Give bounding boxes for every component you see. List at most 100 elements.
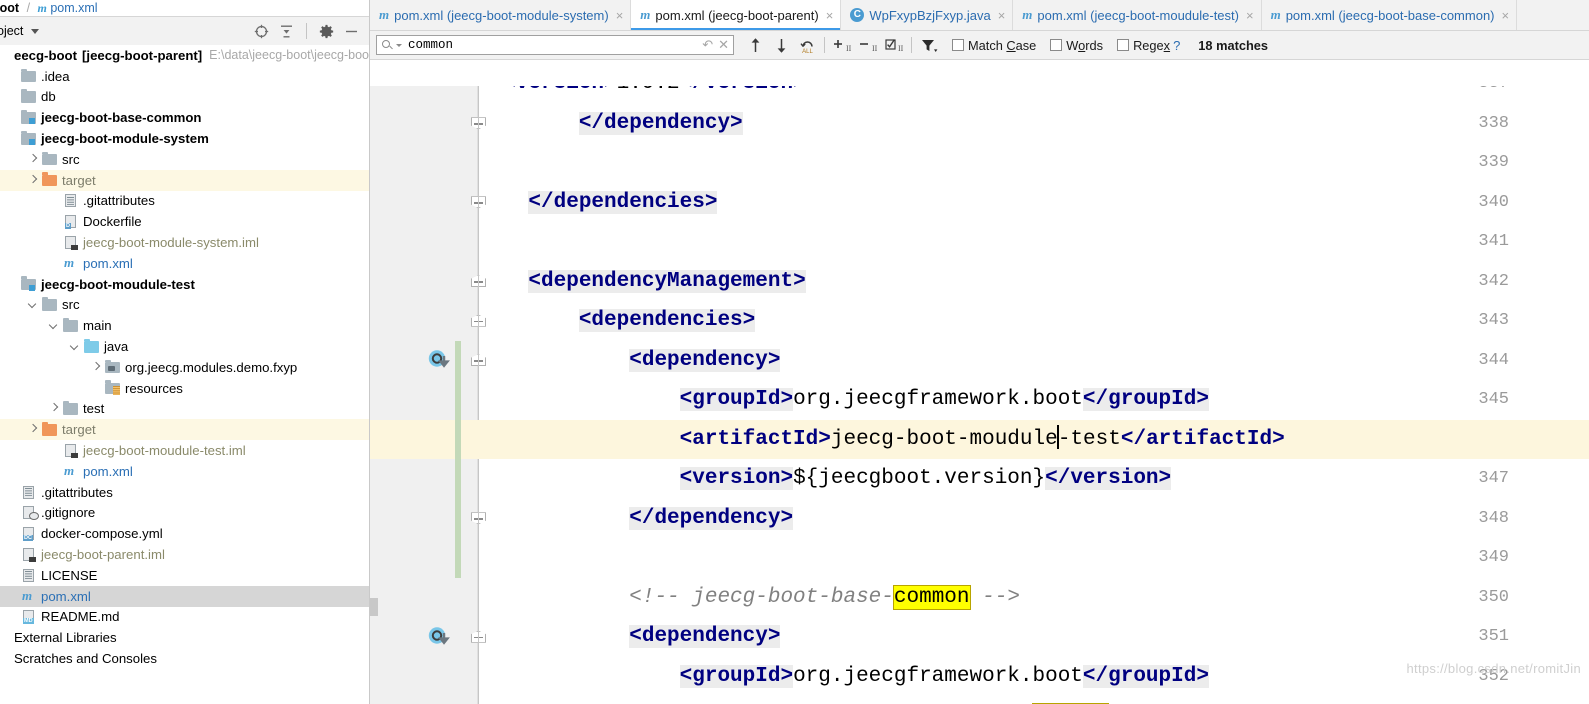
- tree-node-idea[interactable]: .idea: [0, 66, 369, 87]
- code-editor[interactable]: 3373383393403413423433443453463473483493…: [370, 86, 1589, 704]
- code-line[interactable]: </dependency>: [478, 104, 1589, 144]
- editor-gutter[interactable]: [370, 86, 478, 704]
- close-icon[interactable]: ×: [826, 8, 834, 23]
- find-previous-button[interactable]: [742, 34, 768, 56]
- close-icon[interactable]: ×: [998, 8, 1006, 23]
- tree-node-license[interactable]: LICENSE: [0, 565, 369, 586]
- code-line[interactable]: [478, 143, 1589, 183]
- checkbox-box[interactable]: [1117, 39, 1130, 51]
- minimize-icon[interactable]: [344, 24, 359, 39]
- chevron-down-icon[interactable]: [49, 320, 60, 331]
- close-icon[interactable]: ×: [1246, 8, 1254, 23]
- tree-node-jeecg-boot-module-system-iml[interactable]: jeecg-boot-module-system.iml: [0, 232, 369, 253]
- tree-node-target[interactable]: target: [0, 169, 369, 191]
- tree-node-pom-xml[interactable]: m pom.xml: [0, 461, 369, 482]
- editor-tab[interactable]: m pom.xml (jeecg-boot-moudule-test) ×: [1013, 0, 1262, 30]
- add-selection-all-icon[interactable]: ALL: [794, 34, 820, 56]
- code-line[interactable]: <dependencyManagement>: [478, 262, 1589, 302]
- breadcrumb-segment[interactable]: boot: [0, 1, 19, 15]
- filter-icon[interactable]: [916, 34, 942, 56]
- code-line[interactable]: <version>${jeecgboot.version}</version>: [478, 459, 1589, 499]
- tree-node-resources[interactable]: resources: [0, 378, 369, 399]
- checkbox-match-case[interactable]: Match Case: [952, 38, 1036, 53]
- tree-node-pom-xml[interactable]: m pom.xml: [0, 585, 369, 607]
- tree-node-jeecg-boot-moudule-test[interactable]: jeecg-boot-moudule-test: [0, 274, 369, 295]
- code-line[interactable]: <!-- jeecg-boot-base-common -->: [478, 578, 1589, 618]
- search-query-text[interactable]: common: [408, 38, 702, 52]
- project-panel-title[interactable]: oject: [0, 24, 23, 38]
- gear-icon[interactable]: [319, 24, 334, 39]
- tree-node-gitattributes[interactable]: .gitattributes: [0, 191, 369, 212]
- code-line[interactable]: <dependency>: [478, 617, 1589, 657]
- tree-node-test[interactable]: test: [0, 399, 369, 420]
- tree-node-src[interactable]: src: [0, 295, 369, 316]
- breadcrumb-file[interactable]: pom.xml: [50, 1, 97, 15]
- tree-node-gitignore[interactable]: .gitignore: [0, 503, 369, 524]
- chevron-right-icon[interactable]: [28, 154, 39, 165]
- checkbox-box[interactable]: [952, 39, 964, 51]
- chevron-right-icon[interactable]: [28, 424, 39, 435]
- code-line[interactable]: <dependency>: [478, 341, 1589, 381]
- tree-node-pom-xml[interactable]: m pom.xml: [0, 253, 369, 274]
- select-all-occurrences-icon[interactable]: II: [881, 34, 907, 56]
- editor-tab[interactable]: m pom.xml (jeecg-boot-module-system) ×: [370, 0, 632, 30]
- code-line[interactable]: <artifactId>jeecg-boot-base-common</arti…: [478, 696, 1589, 704]
- tree-node-src[interactable]: src: [0, 149, 369, 170]
- tree-node-docker-compose-yml[interactable]: DC docker-compose.yml: [0, 523, 369, 544]
- code-line[interactable]: </dependency>: [478, 499, 1589, 539]
- code-content[interactable]: <version>1.9.2</version> </dependency> <…: [478, 86, 1589, 704]
- tree-node-gitattributes[interactable]: .gitattributes: [0, 482, 369, 503]
- tree-node-target[interactable]: target: [0, 419, 369, 441]
- chevron-right-icon[interactable]: [49, 403, 60, 414]
- tree-node-dockerfile[interactable]: D Dockerfile: [0, 211, 369, 232]
- code-line[interactable]: <dependencies>: [478, 301, 1589, 341]
- chevron-down-icon[interactable]: [396, 43, 402, 47]
- chevron-right-icon[interactable]: [28, 175, 39, 186]
- code-line[interactable]: <version>1.9.2</version>: [478, 86, 1589, 104]
- tree-node-main[interactable]: main: [0, 315, 369, 336]
- maven-override-icon[interactable]: [428, 349, 452, 371]
- editor-tab-bar[interactable]: m pom.xml (jeecg-boot-module-system) × m pom…: [370, 0, 1589, 31]
- code-line[interactable]: [478, 538, 1589, 578]
- checkbox-box[interactable]: [1050, 39, 1063, 51]
- chevron-down-icon[interactable]: [70, 341, 81, 352]
- code-line[interactable]: [478, 222, 1589, 262]
- tree-node-jeecg-boot-base-common[interactable]: jeecg-boot-base-common: [0, 107, 369, 128]
- locate-target-icon[interactable]: [254, 24, 269, 39]
- search-input[interactable]: common ↶ ✕: [376, 35, 734, 55]
- tree-node-eecg-boot[interactable]: eecg-boot [jeecg-boot-parent] E:\data\jeec…: [0, 45, 369, 66]
- collapse-all-icon[interactable]: [279, 24, 294, 39]
- tree-node-db[interactable]: db: [0, 87, 369, 108]
- code-line[interactable]: </dependencies>: [478, 183, 1589, 223]
- checkbox-words[interactable]: Words: [1050, 38, 1103, 53]
- editor-tab[interactable]: C WpFxypBzjFxyp.java ×: [841, 0, 1014, 30]
- chevron-right-icon[interactable]: [91, 362, 102, 373]
- editor-tab[interactable]: m pom.xml (jeecg-boot-base-common) ×: [1261, 0, 1518, 30]
- close-icon[interactable]: ✕: [718, 37, 729, 53]
- unselect-occurrence-icon[interactable]: II: [855, 34, 881, 56]
- code-line[interactable]: <groupId>org.jeecgframework.boot</groupI…: [478, 380, 1589, 420]
- find-help-link[interactable]: ?: [1173, 38, 1180, 53]
- tree-node-jeecg-boot-moudule-test-iml[interactable]: jeecg-boot-moudule-test.iml: [0, 440, 369, 461]
- vcs-change-marker[interactable]: [455, 340, 461, 578]
- editor-scrollbar-thumb[interactable]: [370, 598, 378, 616]
- tree-node-scratches-and-consoles[interactable]: Scratches and Consoles: [0, 648, 369, 669]
- chevron-down-icon[interactable]: [31, 28, 40, 34]
- select-next-occurrence-icon[interactable]: II: [829, 34, 855, 56]
- code-line[interactable]: <artifactId>jeecg-boot-moudule-test</art…: [478, 419, 1589, 459]
- tree-node-org-jeecg-modules-demo-fxyp[interactable]: org.jeecg.modules.demo.fxyp: [0, 357, 369, 378]
- close-icon[interactable]: ×: [616, 8, 624, 23]
- checkbox-regex[interactable]: Regex: [1117, 38, 1170, 53]
- tree-node-jeecg-boot-module-system[interactable]: jeecg-boot-module-system: [0, 128, 369, 149]
- tree-node-readme-md[interactable]: MD README.md: [0, 607, 369, 628]
- tree-node-jeecg-boot-parent-iml[interactable]: jeecg-boot-parent.iml: [0, 544, 369, 565]
- close-icon[interactable]: ×: [1502, 8, 1510, 23]
- maven-override-icon[interactable]: [428, 626, 452, 648]
- find-next-button[interactable]: [768, 34, 794, 56]
- project-tree[interactable]: eecg-boot [jeecg-boot-parent] E:\data\jeec…: [0, 45, 369, 704]
- chevron-down-icon[interactable]: [28, 299, 39, 310]
- multiline-toggle-icon[interactable]: ↶: [702, 37, 713, 53]
- tree-node-java[interactable]: java: [0, 336, 369, 357]
- tree-node-external-libraries[interactable]: External Libraries: [0, 627, 369, 648]
- editor-tab[interactable]: m pom.xml (jeecg-boot-parent) ×: [631, 0, 842, 30]
